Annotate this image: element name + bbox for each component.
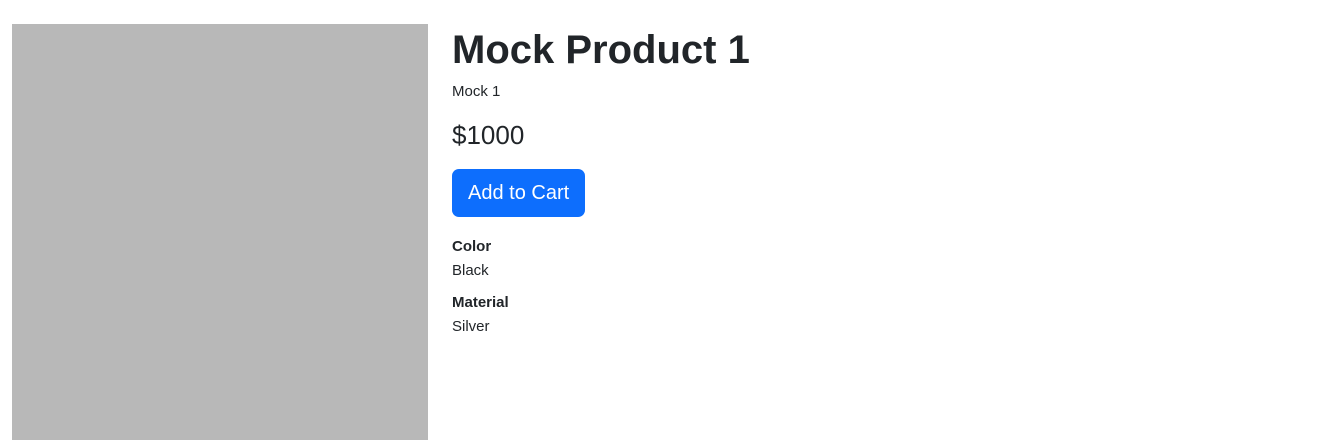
product-subtitle: Mock 1 — [452, 83, 501, 100]
attribute-value: Black — [452, 262, 489, 279]
product-title: Mock Product 1 — [452, 28, 750, 72]
attribute-color: Color Black — [452, 235, 1292, 283]
attribute-label: Material — [452, 294, 509, 311]
product-image-placeholder — [12, 24, 428, 440]
attribute-value: Silver — [452, 318, 490, 335]
attribute-material: Material Silver — [452, 291, 1292, 339]
product-price: $1000 — [452, 120, 525, 150]
product-page: Mock Product 1 Mock 1 $1000 Add to Cart … — [0, 0, 1320, 440]
attribute-label: Color — [452, 238, 492, 255]
product-details: Mock Product 1 Mock 1 $1000 Add to Cart … — [452, 24, 1292, 339]
add-to-cart-button[interactable]: Add to Cart — [452, 169, 586, 217]
